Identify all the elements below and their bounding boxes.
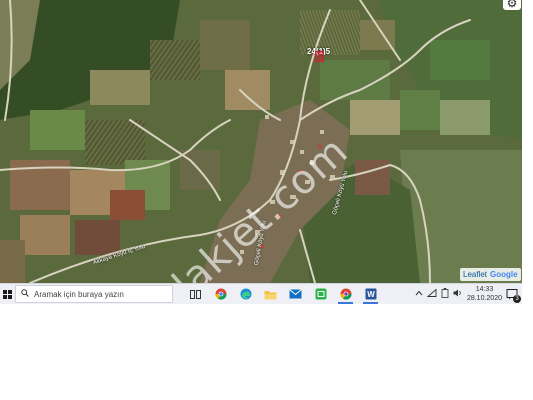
green-app-icon[interactable] [308, 284, 333, 304]
map-attribution: Leaflet Google [460, 268, 521, 281]
leaflet-link[interactable]: Leaflet [463, 268, 487, 281]
chrome-profile-icon[interactable] [333, 284, 358, 304]
svg-text:W: W [367, 290, 375, 299]
notification-count-badge: 3 [513, 295, 521, 303]
satellite-map[interactable]: 24(1)5 Akkaya Köyü İç Yolu Göçeli Köyü Y… [0, 0, 522, 283]
taskbar-search-box[interactable]: Aramak için buraya yazın [15, 285, 173, 303]
word-icon[interactable]: W [358, 284, 383, 304]
edge-icon[interactable] [233, 284, 258, 304]
file-explorer-icon[interactable] [258, 284, 283, 304]
chrome-icon[interactable] [208, 284, 233, 304]
search-placeholder: Aramak için buraya yazın [34, 289, 124, 299]
system-tray: 14:33 28.10.2020 3 [415, 285, 522, 303]
search-icon [21, 289, 29, 299]
clock-date: 28.10.2020 [466, 295, 502, 302]
battery-icon[interactable] [441, 288, 449, 300]
network-icon[interactable] [426, 288, 437, 299]
notification-center-icon[interactable]: 3 [506, 288, 521, 303]
gear-icon[interactable]: ⚙ [503, 0, 521, 10]
speaker-icon[interactable] [453, 289, 463, 299]
task-view-icon[interactable] [183, 284, 208, 304]
chevron-up-icon[interactable] [415, 290, 423, 298]
taskbar-clock[interactable]: 14:33 28.10.2020 [467, 285, 502, 303]
windows-logo-icon[interactable] [0, 284, 15, 304]
taskbar-apps: W [183, 284, 383, 304]
mail-icon[interactable] [283, 284, 308, 304]
windows-taskbar: Aramak için buraya yazın W 14:33 28.10.2… [0, 283, 522, 304]
google-logo: Google [490, 270, 518, 279]
clock-time: 14:33 [475, 286, 494, 293]
